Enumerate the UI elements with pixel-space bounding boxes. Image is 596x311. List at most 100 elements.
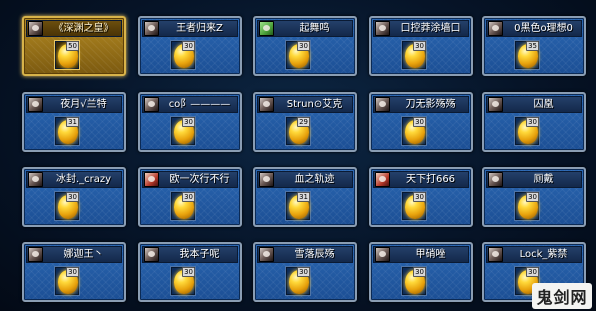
item-count-badge: 30 [413,117,426,127]
item-count-badge: 30 [526,117,539,127]
player-name: 我本子呢 [179,249,220,260]
item-slot[interactable]: 30 [285,266,311,296]
item-slot[interactable]: 30 [401,266,427,296]
player-card[interactable]: 雪落辰殇 30 [253,242,357,302]
item-count-badge: 30 [297,267,310,277]
item-slot[interactable]: 30 [401,116,427,146]
player-name: 冰封._crazy [55,174,112,185]
item-slot[interactable]: 30 [401,40,427,70]
player-name: 欧一次行不行 [169,174,230,185]
avatar-icon [28,97,43,112]
avatar-icon [28,172,43,187]
player-card[interactable]: 0黑色o理想0 35 [482,16,586,76]
item-count-badge: 30 [182,117,195,127]
item-slot[interactable]: 30 [514,116,540,146]
avatar-icon [259,247,274,262]
player-card[interactable]: 囚凰 30 [482,92,586,152]
item-count-badge: 30 [66,267,79,277]
avatar-icon [488,247,503,262]
player-name: 血之轨迹 [294,174,335,185]
item-count-badge: 30 [182,267,195,277]
item-count-badge: 29 [297,117,310,127]
item-count-badge: 50 [66,41,79,51]
player-grid: 《深渊之皇》 50 王者归来Z 30 起舞鸣 30 口控莽涂墙口 30 0黑色o理想0 35 夜月√… [0,0,596,311]
item-count-badge: 30 [66,192,79,202]
player-card[interactable]: 起舞鸣 30 [253,16,357,76]
item-slot[interactable]: 30 [285,40,311,70]
avatar-icon [259,172,274,187]
player-name: co阝———— [168,99,231,110]
item-count-badge: 31 [66,117,79,127]
item-slot[interactable]: 31 [54,116,80,146]
avatar-icon [144,21,159,36]
item-count-badge: 30 [182,192,195,202]
player-card[interactable]: co阝———— 30 [138,92,242,152]
player-card[interactable]: 冰封._crazy 30 [22,167,126,227]
item-count-badge: 30 [297,41,310,51]
player-card[interactable]: 天下打666 30 [369,167,473,227]
player-card[interactable]: 我本子呢 30 [138,242,242,302]
player-card[interactable]: 王者归来Z 30 [138,16,242,76]
player-name: 《深渊之皇》 [53,23,114,34]
avatar-icon [488,21,503,36]
item-slot[interactable]: 31 [285,191,311,221]
item-slot[interactable]: 50 [54,40,80,70]
player-card[interactable]: 血之轨迹 31 [253,167,357,227]
item-slot[interactable]: 30 [401,191,427,221]
item-slot[interactable]: 30 [170,266,196,296]
item-slot[interactable]: 30 [170,40,196,70]
player-card[interactable]: 口控莽涂墙口 30 [369,16,473,76]
avatar-icon [144,172,159,187]
item-slot[interactable]: 29 [285,116,311,146]
item-slot[interactable]: 30 [170,191,196,221]
avatar-icon [375,97,390,112]
player-card[interactable]: 欧一次行不行 30 [138,167,242,227]
player-name: 天下打666 [405,174,456,185]
item-slot[interactable]: 30 [170,116,196,146]
item-count-badge: 30 [182,41,195,51]
player-name: 甲硝唑 [415,249,446,260]
item-slot[interactable]: 30 [514,191,540,221]
avatar-icon [259,21,274,36]
player-name: 雪落辰殇 [294,249,335,260]
item-count-badge: 30 [413,267,426,277]
player-card[interactable]: 夜月√兰特 31 [22,92,126,152]
site-watermark: 鬼剑网 [532,283,592,309]
player-name: 囚凰 [533,99,554,110]
player-name: 厕戴 [533,174,554,185]
avatar-icon [488,172,503,187]
item-count-badge: 30 [526,267,539,277]
watermark-text: 鬼剑网 [536,288,588,307]
player-card[interactable]: Strun⊙艾克 29 [253,92,357,152]
player-name: Strun⊙艾克 [286,99,343,110]
player-card[interactable]: 甲硝唑 30 [369,242,473,302]
avatar-icon [144,97,159,112]
player-card[interactable]: 娜迦王丶 30 [22,242,126,302]
item-slot[interactable]: 35 [514,40,540,70]
item-count-badge: 30 [526,192,539,202]
player-card[interactable]: 厕戴 30 [482,167,586,227]
player-card[interactable]: 刀无影殇殇 30 [369,92,473,152]
item-count-badge: 30 [413,192,426,202]
avatar-icon [28,247,43,262]
avatar-icon [259,97,274,112]
player-name: 刀无影殇殇 [405,99,456,110]
item-count-badge: 31 [297,192,310,202]
player-name: 夜月√兰特 [60,99,107,110]
avatar-icon [375,21,390,36]
player-name: 口控莽涂墙口 [400,23,461,34]
avatar-icon [144,247,159,262]
player-name: 王者归来Z [176,23,223,34]
avatar-icon [375,172,390,187]
item-slot[interactable]: 30 [54,191,80,221]
player-card[interactable]: 《深渊之皇》 50 [22,16,126,76]
avatar-icon [375,247,390,262]
player-name: Lock_紫禁 [519,249,568,260]
player-name: 娜迦王丶 [63,249,104,260]
player-name: 起舞鸣 [299,23,330,34]
item-count-badge: 35 [526,41,539,51]
player-name: 0黑色o理想0 [514,23,573,34]
item-slot[interactable]: 30 [54,266,80,296]
item-count-badge: 30 [413,41,426,51]
avatar-icon [28,21,43,36]
